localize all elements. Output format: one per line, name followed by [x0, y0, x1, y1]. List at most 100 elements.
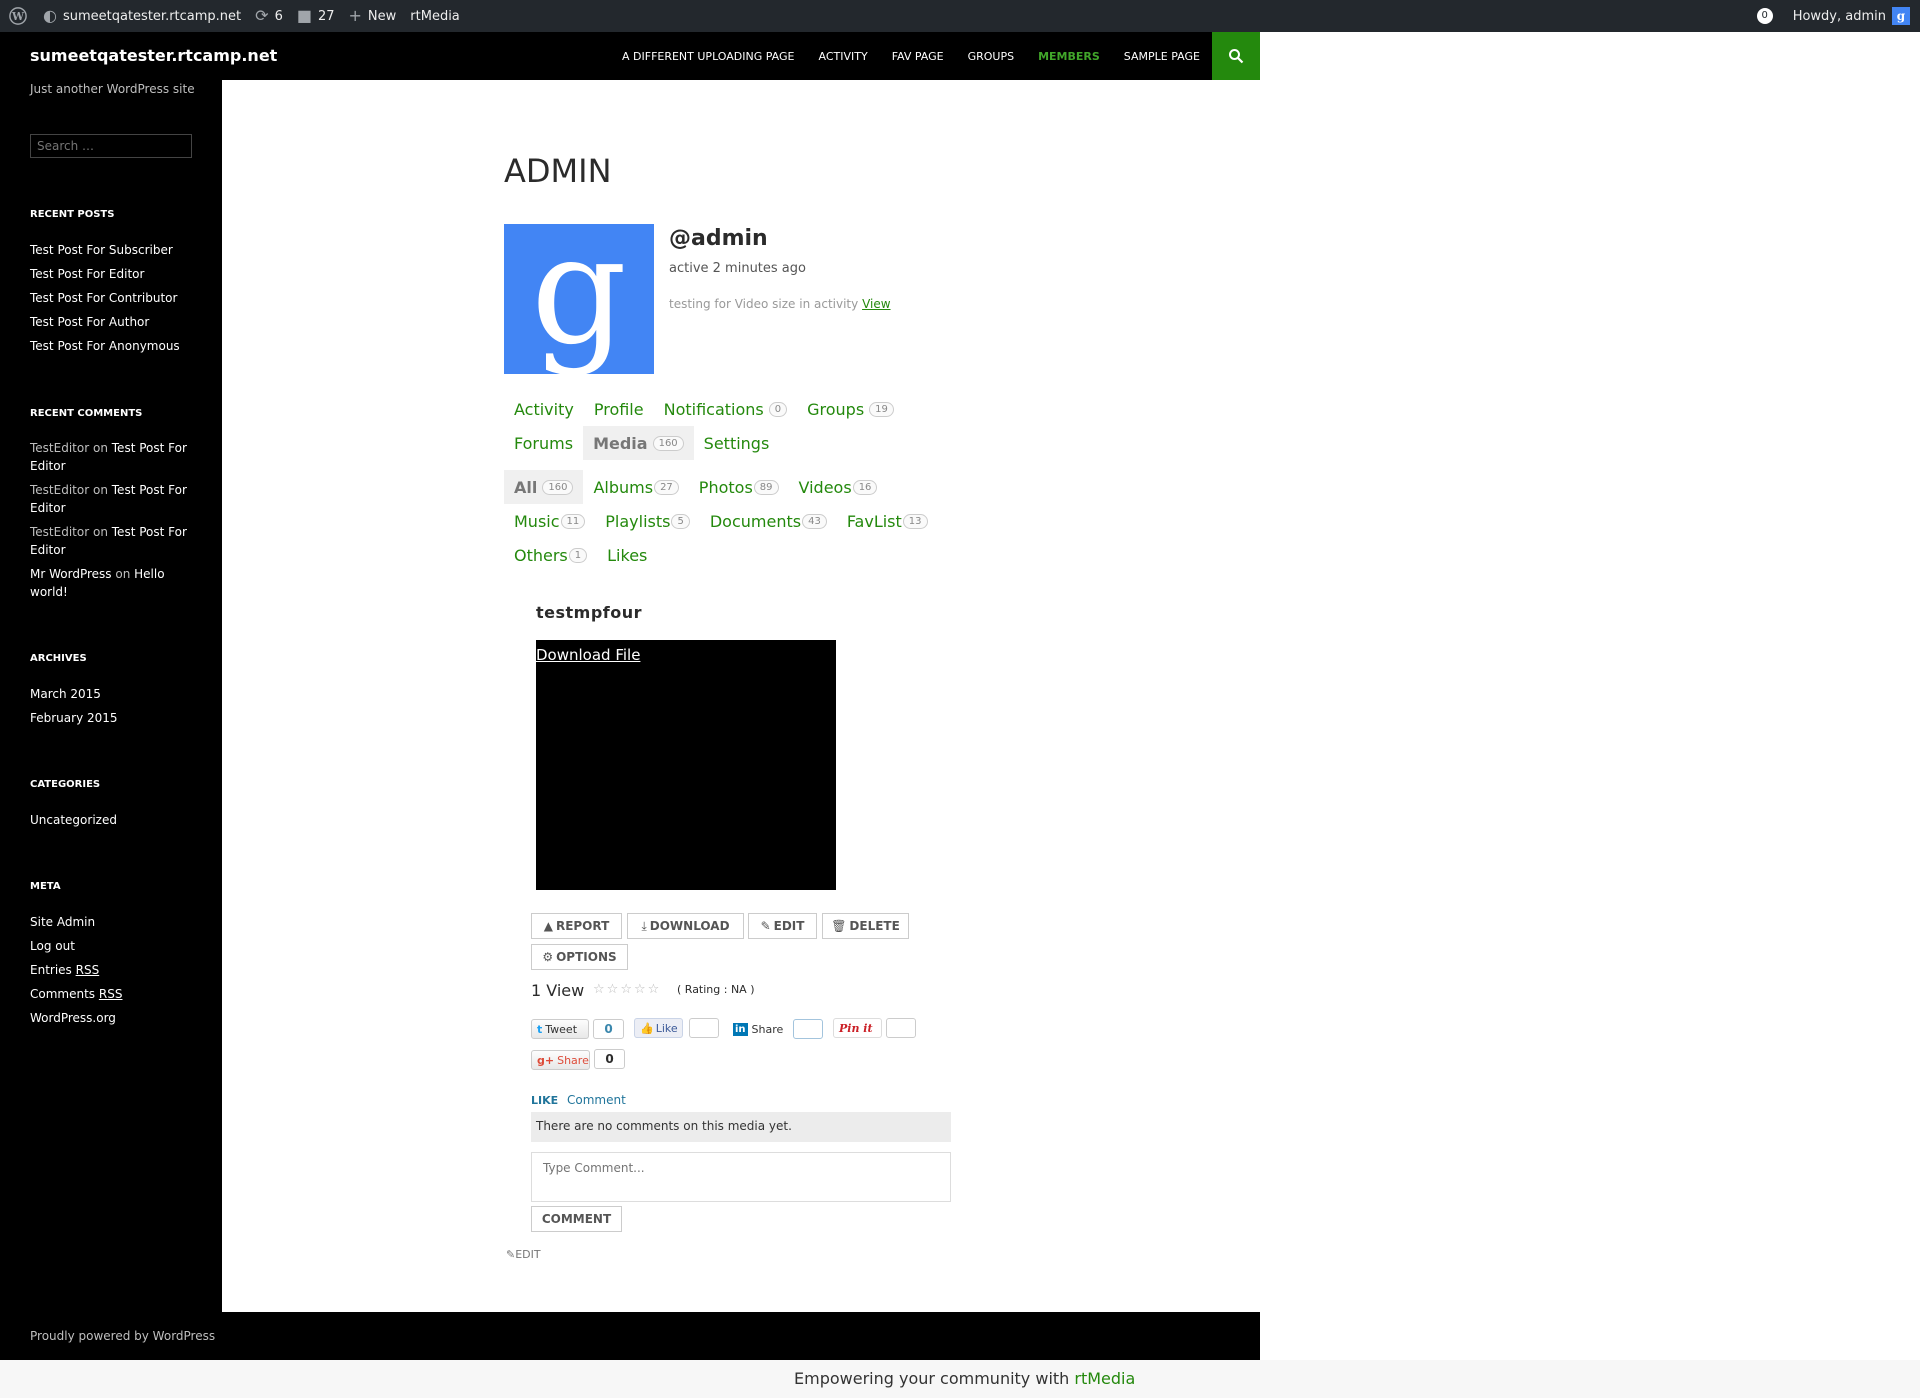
media-tab-favlist[interactable]: FavList 13 — [837, 504, 938, 538]
star-icon[interactable]: ☆ — [607, 982, 621, 997]
recent-post-link[interactable]: Test Post For Contributor — [30, 291, 177, 305]
media-tab-videos[interactable]: Videos 16 — [789, 470, 888, 504]
member-tab-forums[interactable]: Forums — [504, 426, 583, 460]
admin-bar-new[interactable]: + New — [342, 0, 404, 32]
star-icon[interactable]: ☆ — [593, 982, 607, 997]
linkedin-share-button[interactable]: in Share — [728, 1019, 786, 1039]
media-tab-albums[interactable]: Albums 27 — [583, 470, 688, 504]
media-tab-photos[interactable]: Photos 89 — [689, 470, 789, 504]
member-tab-activity[interactable]: Activity — [504, 392, 584, 426]
plus-icon: + — [348, 6, 362, 25]
member-tab-groups[interactable]: Groups 19 — [797, 392, 904, 426]
comment-submit-button[interactable]: COMMENT — [531, 1206, 622, 1232]
page-edit-link[interactable]: ✎EDIT — [506, 1248, 541, 1261]
tweet-count: 0 — [593, 1019, 624, 1039]
notification-badge: 0 — [1756, 8, 1773, 24]
tweet-button[interactable]: t Tweet — [531, 1019, 589, 1039]
tab-label: Playlists — [605, 511, 671, 531]
archive-link[interactable]: February 2015 — [30, 711, 118, 725]
admin-bar-rtmedia[interactable]: rtMedia — [403, 0, 467, 32]
rtmedia-label: rtMedia — [410, 8, 460, 24]
tab-count: 89 — [753, 479, 779, 495]
latest-update-view-link[interactable]: View — [862, 297, 890, 311]
sidebar-search-input[interactable] — [30, 134, 192, 158]
media-tab-others[interactable]: Others 1 — [504, 538, 597, 572]
site-tagline: Just another WordPress site — [30, 82, 195, 96]
archive-link[interactable]: March 2015 — [30, 687, 101, 701]
comments-count: 27 — [317, 8, 335, 24]
google-plus-share-button[interactable]: g+ Share — [531, 1050, 590, 1070]
recent-post-link[interactable]: Test Post For Subscriber — [30, 243, 173, 257]
video-player[interactable]: Download File — [536, 640, 836, 890]
member-tab-profile[interactable]: Profile — [584, 392, 654, 426]
options-button[interactable]: ⚙ OPTIONS — [531, 944, 628, 970]
tab-count: 19 — [869, 401, 894, 417]
delete-button[interactable]: 🗑 DELETE — [822, 913, 909, 939]
rating-stars[interactable]: ☆☆☆☆☆ — [593, 982, 661, 997]
star-icon[interactable]: ☆ — [634, 982, 648, 997]
download-button[interactable]: ⤓ DOWNLOAD — [627, 913, 744, 939]
my-account-menu[interactable]: Howdy, admin g — [1786, 0, 1920, 32]
member-tab-notifications[interactable]: Notifications 0 — [654, 392, 798, 426]
rtmedia-credit-link[interactable]: rtMedia — [1074, 1369, 1135, 1388]
google-plus-icon: g+ — [537, 1053, 555, 1067]
nav-item-groups[interactable]: GROUPS — [968, 50, 1015, 63]
entries-rss-link[interactable]: Entries RSS — [30, 963, 99, 977]
facebook-like-count — [689, 1018, 719, 1038]
edit-label: EDIT — [773, 919, 805, 933]
recent-comment-item: TestEditor on Test Post For Editor — [30, 481, 195, 517]
admin-bar-updates[interactable]: ⟳ 6 — [248, 0, 290, 32]
admin-bar-comments[interactable]: ■ 27 — [290, 0, 342, 32]
star-icon[interactable]: ☆ — [620, 982, 634, 997]
nav-item-members[interactable]: MEMBERS — [1038, 50, 1100, 63]
nav-item-uploading-page[interactable]: A DIFFERENT UPLOADING PAGE — [622, 50, 795, 63]
media-tab-music[interactable]: Music 11 — [504, 504, 595, 538]
search-toggle-button[interactable] — [1212, 32, 1260, 80]
search-icon — [1229, 49, 1244, 64]
rss-abbr: RSS — [98, 987, 123, 1001]
download-icon: ⤓ — [641, 918, 647, 933]
recent-post-link[interactable]: Test Post For Editor — [30, 267, 144, 281]
new-label: New — [367, 8, 397, 24]
pinterest-pin-button[interactable]: Pin it — [833, 1018, 882, 1038]
nav-item-sample-page[interactable]: SAMPLE PAGE — [1124, 50, 1200, 63]
google-plus-count: 0 — [594, 1049, 625, 1069]
recent-comment-item: Mr WordPress on Hello world! — [30, 565, 195, 601]
tab-label: Notifications — [663, 399, 764, 419]
site-admin-link[interactable]: Site Admin — [30, 915, 95, 929]
edit-button[interactable]: ✎ EDIT — [748, 913, 817, 939]
media-tab-playlists[interactable]: Playlists 5 — [595, 504, 700, 538]
twitter-icon: t — [537, 1022, 543, 1036]
recent-post-link[interactable]: Test Post For Anonymous — [30, 339, 180, 353]
media-tab-all[interactable]: All 160 — [504, 470, 584, 504]
member-tab-settings[interactable]: Settings — [694, 426, 780, 460]
log-out-link[interactable]: Log out — [30, 939, 75, 953]
comment-toggle-link[interactable]: Comment — [567, 1093, 626, 1107]
facebook-like-button[interactable]: 👍 Like — [634, 1018, 683, 1038]
pencil-icon: ✎ — [506, 1248, 516, 1261]
like-media-button[interactable]: LIKE — [531, 1094, 558, 1107]
comment-author-link[interactable]: Mr WordPress — [30, 567, 112, 581]
wordpress-logo-icon[interactable]: W — [0, 0, 36, 32]
site-title[interactable]: sumeetqatester.rtcamp.net — [30, 46, 277, 65]
comment-input[interactable] — [531, 1152, 951, 1202]
media-tab-likes[interactable]: Likes — [597, 538, 657, 572]
member-tab-media[interactable]: Media 160 — [583, 426, 694, 460]
comments-rss-link[interactable]: Comments RSS — [30, 987, 122, 1001]
admin-bar-site[interactable]: ◐ sumeetqatester.rtcamp.net — [36, 0, 248, 32]
notifications-menu[interactable]: 0 — [1750, 0, 1786, 32]
delete-label: DELETE — [849, 919, 900, 933]
report-button[interactable]: ▲ REPORT — [531, 913, 622, 939]
profile-avatar[interactable]: g — [504, 224, 654, 374]
download-file-link[interactable]: Download File — [536, 646, 640, 664]
nav-item-activity[interactable]: ACTIVITY — [819, 50, 868, 63]
footer-credit-link[interactable]: Proudly powered by WordPress — [30, 1329, 215, 1343]
tab-label: FavList — [846, 511, 902, 531]
trash-icon: 🗑 — [831, 919, 847, 933]
category-link[interactable]: Uncategorized — [30, 813, 117, 827]
star-icon[interactable]: ☆ — [648, 982, 662, 997]
nav-item-fav-page[interactable]: FAV PAGE — [892, 50, 944, 63]
recent-post-link[interactable]: Test Post For Author — [30, 315, 149, 329]
media-tab-documents[interactable]: Documents 43 — [700, 504, 837, 538]
wordpress-org-link[interactable]: WordPress.org — [30, 1011, 116, 1025]
